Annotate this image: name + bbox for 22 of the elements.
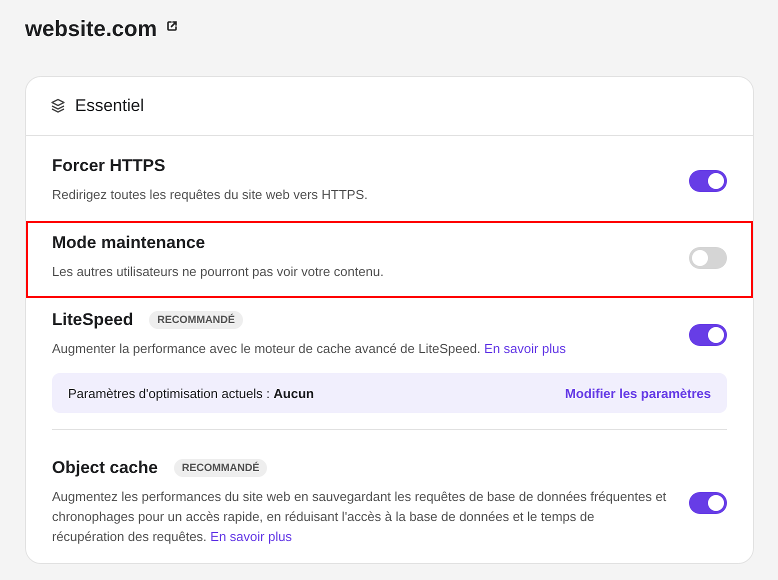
toggle-switch[interactable] — [689, 492, 727, 514]
learn-more-link[interactable]: En savoir plus — [210, 529, 292, 544]
setting-description: Augmentez les performances du site web en sauvegardant les requêtes de base de données fréquentes et chronophages pour un accès rapide, en réduisant l'accès à la base de données et le temps de récupération des requêtes. En savoir plus — [52, 488, 667, 546]
setting-description: Les autres utilisateurs ne pourront pas voir votre contenu. — [52, 263, 385, 281]
section-title: Essentiel — [75, 96, 144, 116]
recommended-badge: RECOMMANDÉ — [174, 459, 268, 477]
setting-title: Mode maintenance — [52, 233, 206, 253]
setting-title: Object cache — [52, 458, 158, 478]
external-link-icon[interactable] — [166, 20, 178, 32]
setting-title: Forcer HTTPS — [52, 156, 166, 176]
layers-icon — [50, 98, 66, 114]
setting-description: Redirigez toutes les requêtes du site web vers HTTPS. — [52, 186, 369, 204]
site-title: website.com — [25, 16, 158, 42]
edit-settings-link[interactable]: Modifier les paramètres — [565, 386, 711, 400]
learn-more-link[interactable]: En savoir plus — [484, 341, 566, 356]
toggle-switch[interactable] — [689, 324, 727, 346]
recommended-badge: RECOMMANDÉ — [149, 311, 243, 329]
setting-description: Augmenter la performance avec le moteur de cache avancé de LiteSpeed. En savoir plus — [52, 340, 567, 358]
toggle-switch[interactable] — [689, 170, 727, 192]
toggle-switch[interactable] — [689, 246, 727, 268]
setting-title: LiteSpeed — [52, 310, 134, 330]
optimisation-status: Paramètres d'optimisation actuels : Aucun — [68, 386, 314, 400]
